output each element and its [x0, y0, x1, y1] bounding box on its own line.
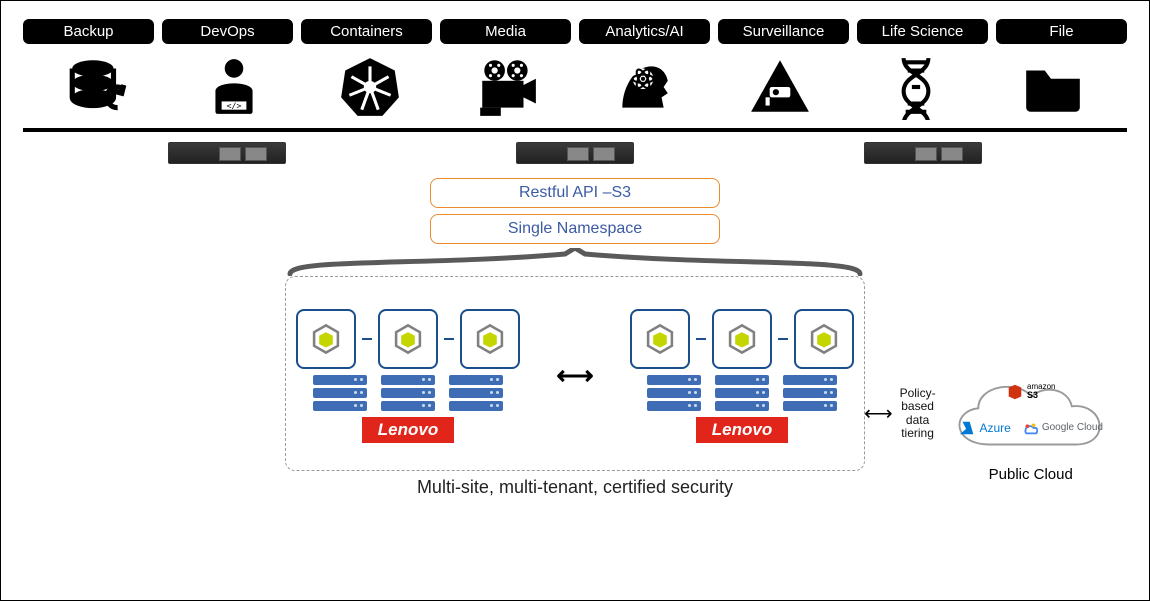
disk-stack-icon — [715, 375, 769, 411]
rest-api-box: Restful API –S3 — [430, 178, 720, 208]
server-icon — [168, 142, 286, 164]
gcp-icon: Google Cloud — [1021, 419, 1103, 437]
pill-devops: DevOps — [162, 19, 293, 44]
lenovo-badge: Lenovo — [362, 417, 454, 443]
server-icon — [516, 142, 634, 164]
disk-stack-icon — [783, 375, 837, 411]
storage-node — [296, 309, 356, 369]
use-case-row: Backup DevOps Containers Media Analytics… — [23, 19, 1127, 44]
divider — [23, 128, 1127, 132]
pill-media: Media — [440, 19, 571, 44]
media-icon — [443, 50, 572, 124]
public-cloud-block: ⟷ Policy- based data tiering amazonS3 Az… — [864, 366, 1119, 461]
pill-lifescience: Life Science — [857, 19, 988, 44]
dna-icon — [852, 50, 981, 124]
pill-containers: Containers — [301, 19, 432, 44]
devops-icon: </> — [170, 50, 299, 124]
disk-stack-icon — [313, 375, 367, 411]
namespace-box: Single Namespace — [430, 214, 720, 244]
disk-stack-icon — [647, 375, 701, 411]
backup-icon — [33, 50, 162, 124]
storage-node — [460, 309, 520, 369]
pill-surveillance: Surveillance — [718, 19, 849, 44]
storage-node — [378, 309, 438, 369]
use-case-icon-row: </> — [23, 50, 1127, 124]
aws-s3-icon: amazonS3 — [1006, 383, 1055, 401]
site-a: Lenovo — [296, 309, 520, 443]
bidir-arrow-icon: ⟷ — [556, 360, 593, 391]
tiering-label: Policy- based data tiering — [895, 387, 941, 440]
storage-node — [794, 309, 854, 369]
brace-icon — [285, 248, 865, 276]
site-b: Lenovo — [630, 309, 854, 443]
cluster-box: Lenovo ⟷ Lenovo — [285, 276, 865, 471]
folder-icon — [989, 50, 1118, 124]
cloud-icon: amazonS3 Azure Google Cloud Public Cloud — [942, 366, 1119, 461]
cloud-caption: Public Cloud — [942, 466, 1119, 483]
gateway-row — [23, 142, 1127, 164]
storage-node — [630, 309, 690, 369]
pill-backup: Backup — [23, 19, 154, 44]
server-icon — [864, 142, 982, 164]
lenovo-badge: Lenovo — [696, 417, 788, 443]
pill-file: File — [996, 19, 1127, 44]
disk-stack-icon — [449, 375, 503, 411]
azure-icon: Azure — [958, 419, 1010, 437]
pill-analytics: Analytics/AI — [579, 19, 710, 44]
api-layer: Restful API –S3 Single Namespace — [425, 178, 725, 244]
surveillance-icon — [716, 50, 845, 124]
architecture-diagram: Backup DevOps Containers Media Analytics… — [0, 0, 1150, 601]
disk-stack-icon — [381, 375, 435, 411]
analytics-icon — [579, 50, 708, 124]
storage-node — [712, 309, 772, 369]
kubernetes-icon — [306, 50, 435, 124]
svg-text:</>: </> — [226, 101, 241, 111]
bidir-arrow-icon: ⟷ — [864, 401, 893, 426]
